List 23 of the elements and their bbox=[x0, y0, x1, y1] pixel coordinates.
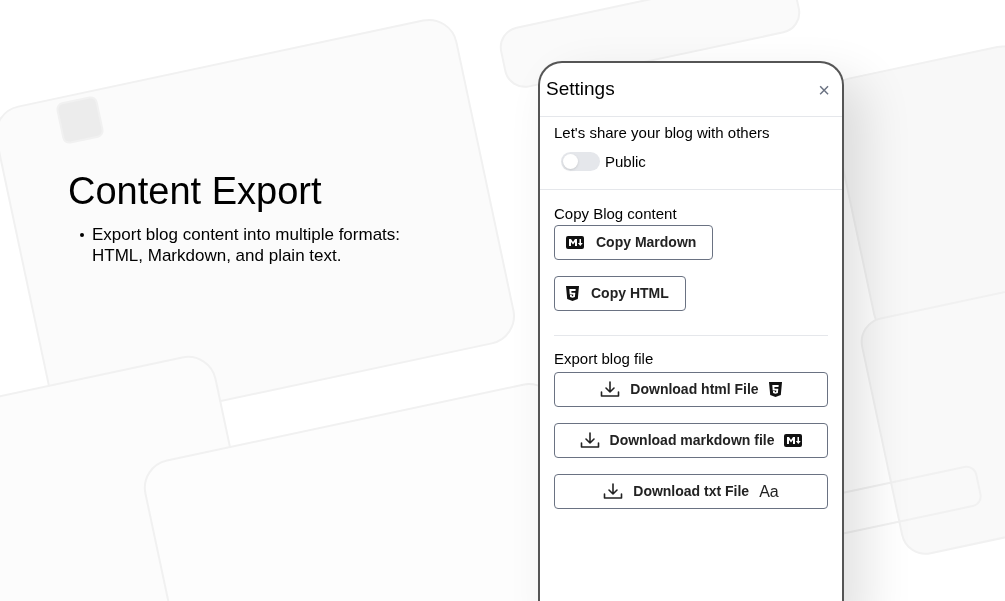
download-icon bbox=[579, 432, 600, 449]
slide-heading: Content Export bbox=[68, 169, 322, 214]
download-icon bbox=[600, 381, 621, 398]
html5-icon bbox=[566, 286, 579, 301]
toggle-label: Public bbox=[605, 151, 646, 172]
bullet-text: Export blog content into multiple formats: HTML, Markdown, and plain text. bbox=[92, 224, 402, 266]
copy-button[interactable]: Copy Mardown bbox=[554, 225, 714, 260]
close-button[interactable]: × bbox=[818, 79, 830, 100]
text-format-label: Aa bbox=[759, 481, 779, 502]
download-button[interactable]: Download html File bbox=[554, 372, 828, 407]
share-label: Let's share your blog with others bbox=[554, 123, 771, 143]
download-button[interactable]: Download txt File Aa bbox=[554, 474, 828, 509]
html5-icon bbox=[768, 382, 782, 397]
copy-button[interactable]: Copy HTML bbox=[554, 276, 686, 311]
panel-title: Settings bbox=[546, 77, 615, 102]
section-title: Copy Blog content bbox=[554, 205, 678, 223]
download-icon bbox=[603, 483, 624, 500]
download-button[interactable]: Download markdown file bbox=[554, 423, 828, 458]
markdown-icon bbox=[566, 236, 584, 249]
bullet-icon bbox=[80, 233, 84, 237]
toggle-switch[interactable] bbox=[561, 152, 600, 172]
markdown-icon bbox=[784, 434, 803, 447]
section-title: Export blog file bbox=[554, 350, 655, 368]
